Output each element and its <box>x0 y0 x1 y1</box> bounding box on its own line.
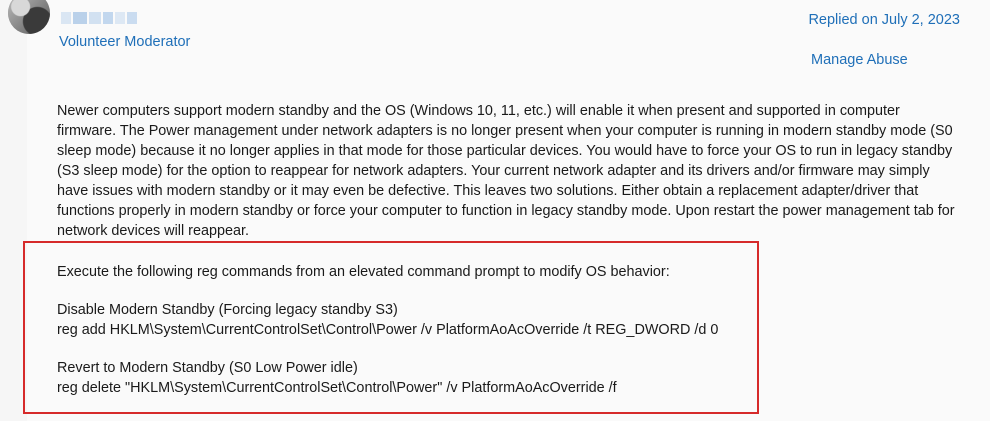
manage-abuse-link[interactable]: Manage Abuse <box>811 52 908 68</box>
reply-date: Replied on July 2, 2023 <box>808 12 960 28</box>
revert-standby-command: reg delete "HKLM\System\CurrentControlSe… <box>57 380 617 396</box>
revert-standby-title: Revert to Modern Standby (S0 Low Power i… <box>57 360 358 376</box>
disable-standby-title: Disable Modern Standby (Forcing legacy s… <box>57 302 398 318</box>
username-blurred[interactable] <box>61 12 137 24</box>
post-body: Newer computers support modern standby a… <box>57 103 955 239</box>
disable-standby-command: reg add HKLM\System\CurrentControlSet\Co… <box>57 322 719 338</box>
commands-intro: Execute the following reg commands from … <box>57 264 670 280</box>
avatar[interactable] <box>8 0 50 34</box>
avatar-image <box>8 0 50 34</box>
user-role: Volunteer Moderator <box>59 34 191 50</box>
